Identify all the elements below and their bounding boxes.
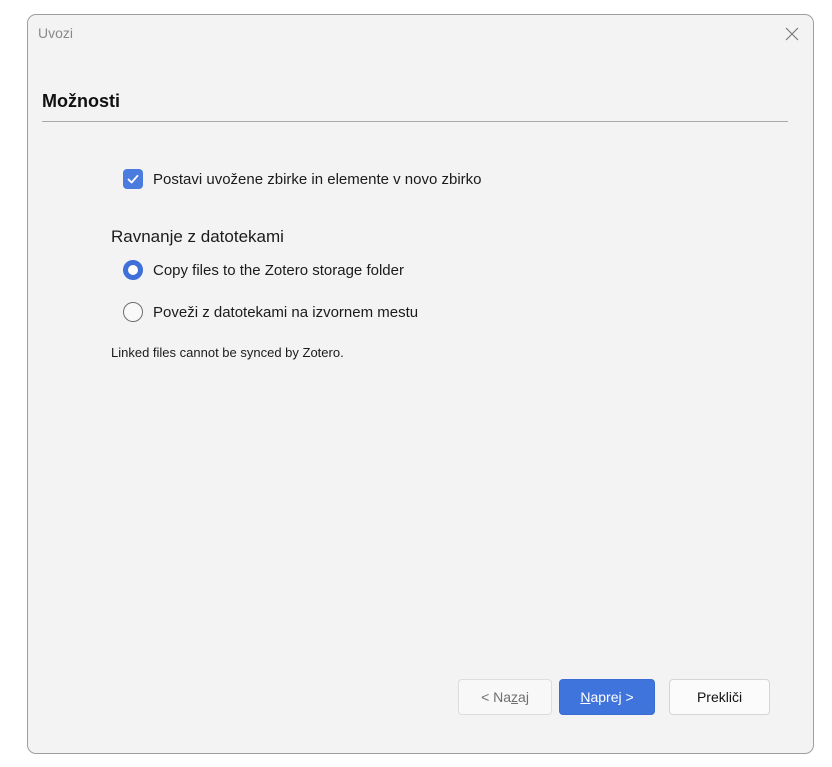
cancel-button[interactable]: Prekliči bbox=[669, 679, 770, 715]
cancel-label: Prekliči bbox=[696, 689, 743, 705]
page-title: Možnosti bbox=[42, 91, 120, 111]
back-label-post: aj bbox=[518, 689, 529, 705]
copy-files-option[interactable]: Copy files to the Zotero storage folder bbox=[123, 260, 404, 280]
link-files-radio[interactable] bbox=[123, 302, 143, 322]
close-icon bbox=[785, 27, 799, 41]
create-collection-option[interactable]: Postavi uvožene zbirke in elemente v nov… bbox=[123, 169, 482, 189]
linked-files-note: Linked files cannot be synced by Zotero. bbox=[111, 345, 344, 360]
copy-files-label: Copy files to the Zotero storage folder bbox=[153, 261, 404, 279]
heading-divider bbox=[42, 121, 788, 122]
create-collection-label: Postavi uvožene zbirke in elemente v nov… bbox=[153, 170, 482, 188]
create-collection-checkbox[interactable] bbox=[123, 169, 143, 189]
next-label-mnemonic: N bbox=[580, 689, 591, 705]
file-handling-label: Ravnanje z datotekami bbox=[111, 227, 284, 246]
link-files-option[interactable]: Poveži z datotekami na izvornem mestu bbox=[123, 302, 418, 322]
link-files-label: Poveži z datotekami na izvornem mestu bbox=[153, 303, 419, 321]
back-label-pre: < Na bbox=[481, 689, 512, 705]
import-dialog: Uvozi Možnosti Postavi uvožene zbirke in… bbox=[27, 14, 814, 754]
back-label-mnemonic: z bbox=[511, 689, 519, 705]
next-button[interactable]: Naprej > bbox=[559, 679, 655, 715]
back-button[interactable]: < Na z aj bbox=[458, 679, 552, 715]
close-button[interactable] bbox=[781, 23, 803, 45]
next-label-post: aprej > bbox=[590, 689, 634, 705]
window-title: Uvozi bbox=[38, 25, 74, 41]
copy-files-radio[interactable] bbox=[123, 260, 143, 280]
checkmark-icon bbox=[127, 174, 139, 184]
